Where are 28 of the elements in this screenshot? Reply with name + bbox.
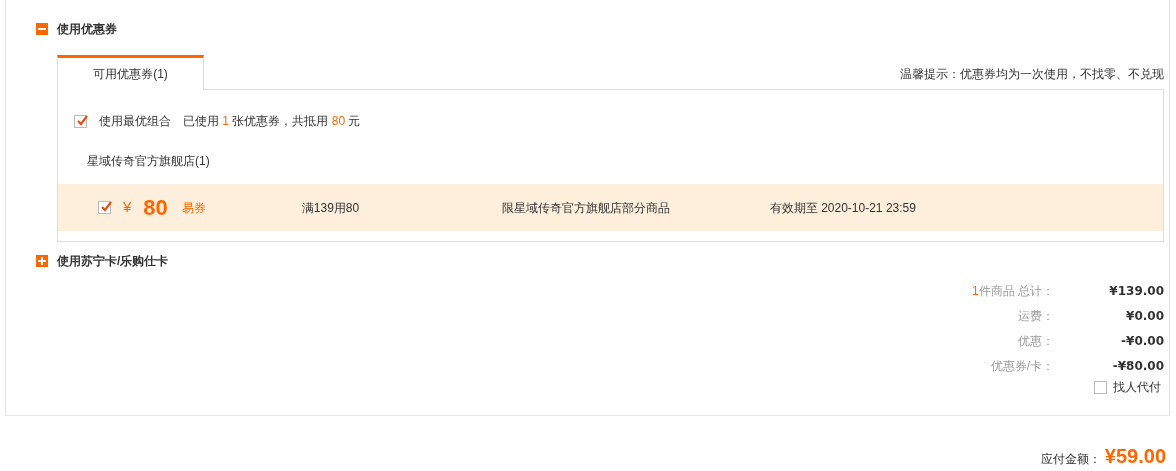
checkbox[interactable] [74, 114, 87, 128]
coupon-condition: 满139用80 [301, 200, 360, 215]
summary-value: ¥139.00 [1108, 282, 1164, 300]
pay-for-me-label: 找人代付 [1113, 379, 1161, 396]
total-amount: ¥59.00 [1104, 444, 1166, 469]
summary-value: -¥0.00 [1120, 332, 1164, 350]
tab[interactable]: 可用优惠券(1) [57, 55, 204, 90]
checkbox[interactable] [98, 201, 111, 214]
coupon-type: 易券 [181, 199, 207, 217]
section-title: 使用优惠券 [57, 21, 117, 38]
expand-icon[interactable] [36, 255, 48, 267]
summary-value: -¥80.00 [1111, 357, 1164, 375]
section-title: 使用苏宁卡/乐购仕卡 [57, 253, 169, 270]
collapse-icon[interactable] [36, 23, 48, 35]
combo-label: 使用最优组合 已使用 1 张优惠券，共抵用 80 元 [99, 113, 361, 130]
coupon-validity: 有效期至 2020-10-21 23:59 [769, 199, 916, 217]
summary-label: 优惠券/卡： [990, 357, 1054, 375]
notice-text: 温馨提示：优惠券均为一次使用，不找零、不兑现 [900, 66, 1164, 83]
summary-value: ¥0.00 [1125, 307, 1164, 325]
coupon-scope: 限星域传奇官方旗舰店部分商品 [501, 200, 670, 215]
summary-label: 运费： [1018, 307, 1054, 325]
summary-label: 优惠： [1018, 332, 1054, 350]
store-name: 星域传奇官方旗舰店(1) [86, 153, 211, 170]
summary-label: 1件商品 总计： [971, 282, 1054, 300]
coupon-amount: 80 [143, 194, 168, 222]
currency-symbol: ¥ [123, 197, 132, 218]
checkbox[interactable] [1094, 380, 1107, 394]
total-label: 应付金额： [1040, 451, 1101, 468]
